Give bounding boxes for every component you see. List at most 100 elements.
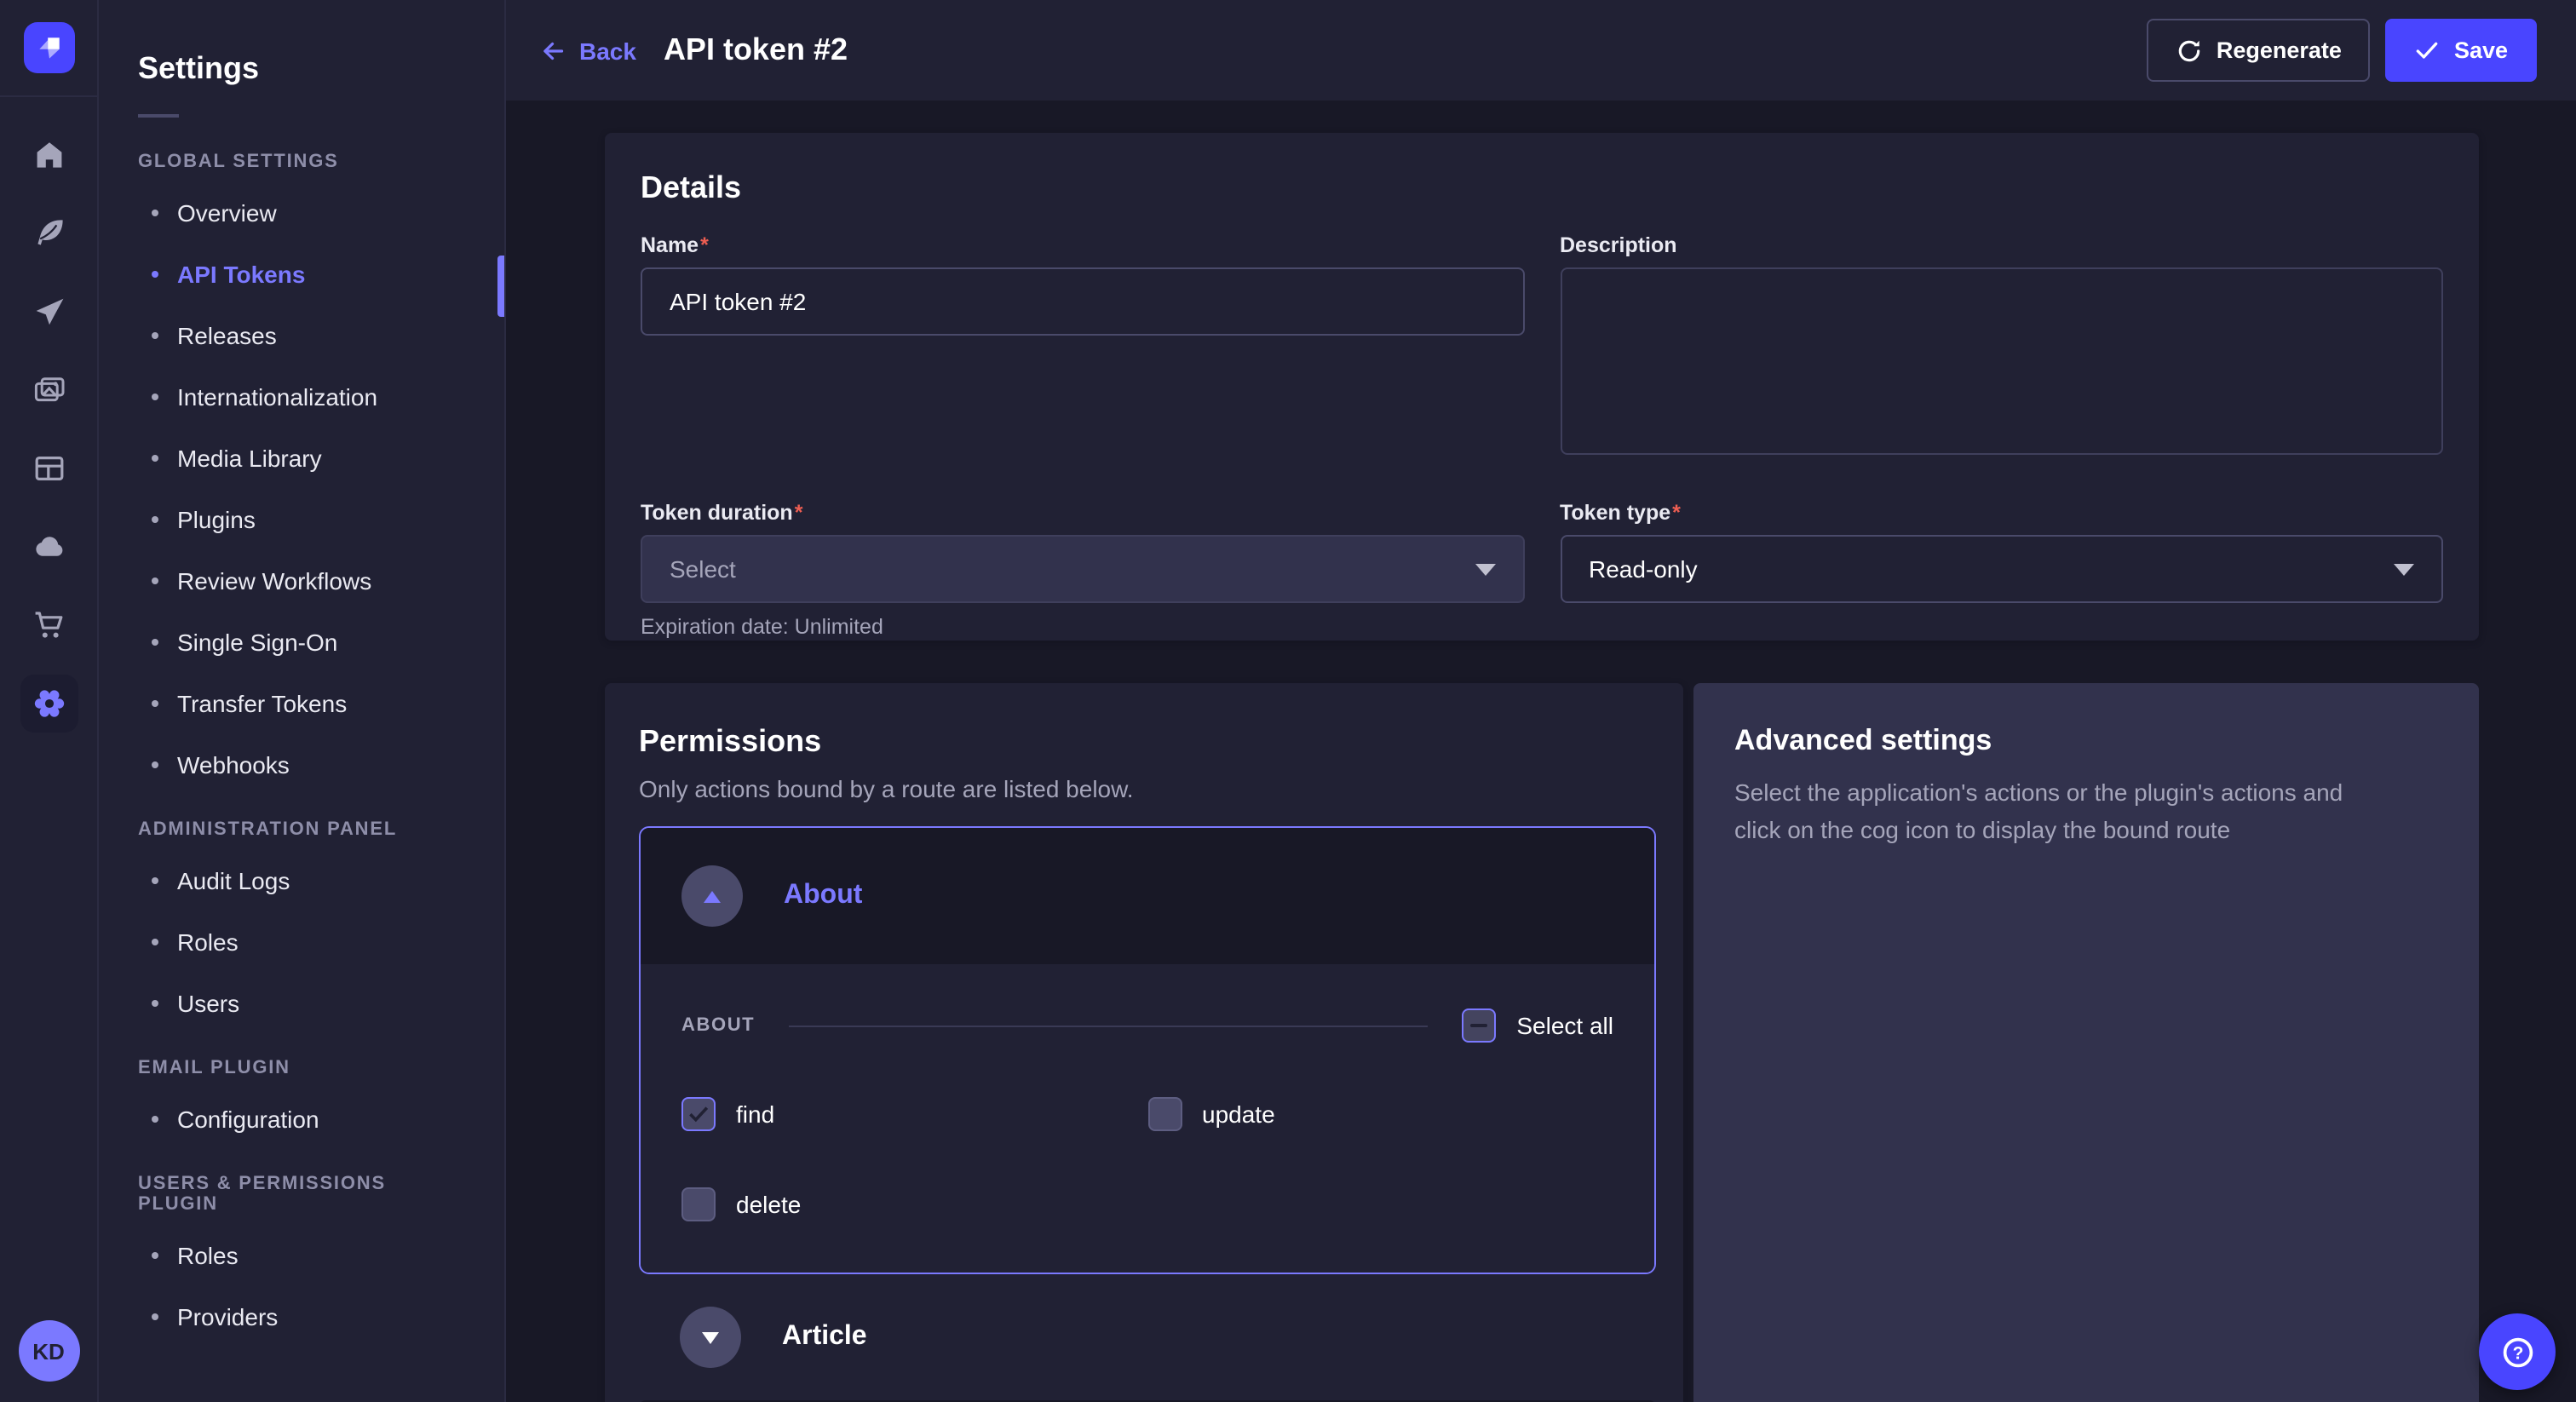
lower-cards-row: Permissions Only actions bound by a rout…: [605, 683, 2479, 1402]
find-checkbox[interactable]: [681, 1097, 716, 1131]
sidebar-item-media-library[interactable]: Media Library: [99, 428, 504, 489]
sidebar-item-admin-roles[interactable]: Roles: [99, 911, 504, 973]
accordion-article-header[interactable]: Article: [639, 1274, 1656, 1400]
token-type-label: Token type*: [1560, 501, 2443, 525]
permissions-title: Permissions: [639, 724, 1649, 760]
question-icon: ?: [2498, 1333, 2536, 1370]
token-duration-field-group: Token duration* Select Expiration date: …: [641, 501, 1524, 639]
arrow-left-icon: [538, 37, 566, 64]
name-input[interactable]: [641, 267, 1524, 336]
check-icon: [688, 1106, 709, 1123]
sidebar-item-up-roles[interactable]: Roles: [99, 1225, 504, 1286]
details-card: Details Name* Description Token duration…: [605, 133, 2479, 641]
delete-checkbox[interactable]: [681, 1187, 716, 1221]
sidebar-item-releases[interactable]: Releases: [99, 305, 504, 366]
sidebar-item-single-sign-on[interactable]: Single Sign-On: [99, 612, 504, 673]
sidebar-item-review-workflows[interactable]: Review Workflows: [99, 550, 504, 612]
expand-toggle-button[interactable]: [680, 1307, 741, 1368]
home-icon[interactable]: [20, 126, 78, 184]
permissions-head: Permissions Only actions bound by a rout…: [605, 724, 1683, 802]
sidebar-item-transfer-tokens[interactable]: Transfer Tokens: [99, 673, 504, 734]
accordion-about-header[interactable]: About: [641, 828, 1654, 964]
required-mark: *: [700, 233, 709, 257]
token-duration-value: Select: [670, 555, 736, 583]
token-duration-select[interactable]: Select: [641, 535, 1524, 603]
bullet-icon: [152, 877, 158, 884]
help-button[interactable]: ?: [2479, 1313, 2556, 1390]
layout-icon[interactable]: [20, 440, 78, 497]
logo-section: [0, 0, 97, 97]
strapi-settings-app: KD Settings GLOBAL SETTINGS Overview API…: [0, 0, 2576, 1402]
header-actions: Regenerate Save: [2147, 19, 2537, 82]
bullet-icon: [152, 271, 158, 278]
bullet-icon: [152, 939, 158, 945]
back-link[interactable]: Back: [538, 37, 636, 64]
section-global-settings: GLOBAL SETTINGS: [138, 152, 465, 172]
sidebar-item-plugins[interactable]: Plugins: [99, 489, 504, 550]
check-icon: [2415, 37, 2441, 63]
permission-actions-grid: find update delete: [681, 1097, 1613, 1221]
permission-delete: delete: [681, 1187, 1147, 1221]
description-label: Description: [1560, 233, 2443, 257]
section-users-permissions-plugin: USERS & PERMISSIONS PLUGIN: [138, 1174, 465, 1215]
rail-icon-list: [20, 97, 78, 733]
sidebar-item-audit-logs[interactable]: Audit Logs: [99, 850, 504, 911]
advanced-settings-card: Advanced settings Select the application…: [1693, 683, 2479, 1402]
description-field-group: Description: [1560, 233, 2443, 463]
sidebar-item-api-tokens[interactable]: API Tokens: [99, 244, 504, 305]
details-form-row2: Token duration* Select Expiration date: …: [641, 501, 2443, 639]
token-type-select[interactable]: Read-only: [1560, 535, 2443, 603]
permissions-card: Permissions Only actions bound by a rout…: [605, 683, 1683, 1402]
permission-label: update: [1202, 1100, 1275, 1128]
description-textarea[interactable]: [1560, 267, 2443, 455]
sidebar-item-email-configuration[interactable]: Configuration: [99, 1089, 504, 1150]
sidebar-item-webhooks[interactable]: Webhooks: [99, 734, 504, 796]
bullet-icon: [152, 210, 158, 216]
details-form-row1: Name* Description: [641, 233, 2443, 463]
bullet-icon: [152, 577, 158, 584]
update-checkbox[interactable]: [1147, 1097, 1182, 1131]
chevron-down-icon: [1475, 563, 1495, 575]
cart-icon[interactable]: [20, 596, 78, 654]
regenerate-button[interactable]: Regenerate: [2147, 19, 2371, 82]
settings-sidebar: Settings GLOBAL SETTINGS Overview API To…: [99, 0, 506, 1402]
section-administration-panel: ADMINISTRATION PANEL: [138, 819, 465, 840]
select-all-checkbox[interactable]: [1462, 1008, 1496, 1043]
save-button[interactable]: Save: [2386, 19, 2537, 82]
bullet-icon: [152, 394, 158, 400]
bullet-icon: [152, 1000, 158, 1007]
sidebar-item-internationalization[interactable]: Internationalization: [99, 366, 504, 428]
media-library-icon[interactable]: [20, 361, 78, 419]
strapi-logo-glyph: [33, 32, 64, 63]
token-type-value: Read-only: [1589, 555, 1698, 583]
about-section-label: ABOUT: [681, 1015, 755, 1036]
bullet-icon: [152, 455, 158, 462]
accordion-article-label: Article: [782, 1322, 867, 1353]
avatar[interactable]: KD: [18, 1320, 79, 1382]
required-mark: *: [1672, 501, 1681, 525]
sidebar-item-admin-users[interactable]: Users: [99, 973, 504, 1034]
token-type-field-group: Token type* Read-only: [1560, 501, 2443, 639]
bullet-icon: [152, 1313, 158, 1320]
sidebar-item-overview[interactable]: Overview: [99, 182, 504, 244]
active-indicator: [497, 256, 504, 317]
sidebar-item-up-providers[interactable]: Providers: [99, 1286, 504, 1347]
page-content: Details Name* Description Token duration…: [506, 101, 2576, 1402]
bullet-icon: [152, 516, 158, 523]
bullet-icon: [152, 1116, 158, 1123]
name-label: Name*: [641, 233, 1524, 257]
icon-rail: KD: [0, 0, 99, 1402]
indeterminate-dash-icon: [1470, 1024, 1487, 1028]
select-all-label: Select all: [1516, 1012, 1613, 1039]
cloud-icon[interactable]: [20, 518, 78, 576]
page-title: API token #2: [664, 32, 848, 68]
sidebar-title-rule: [138, 114, 179, 118]
accordion-about-body: ABOUT Select all find: [641, 964, 1654, 1273]
strapi-logo[interactable]: [23, 22, 74, 73]
feather-icon[interactable]: [20, 204, 78, 262]
gear-icon[interactable]: [20, 675, 78, 733]
paper-plane-icon[interactable]: [20, 283, 78, 341]
refresh-icon: [2176, 37, 2203, 64]
collapse-toggle-button[interactable]: [681, 865, 743, 927]
permission-label: find: [736, 1100, 774, 1128]
